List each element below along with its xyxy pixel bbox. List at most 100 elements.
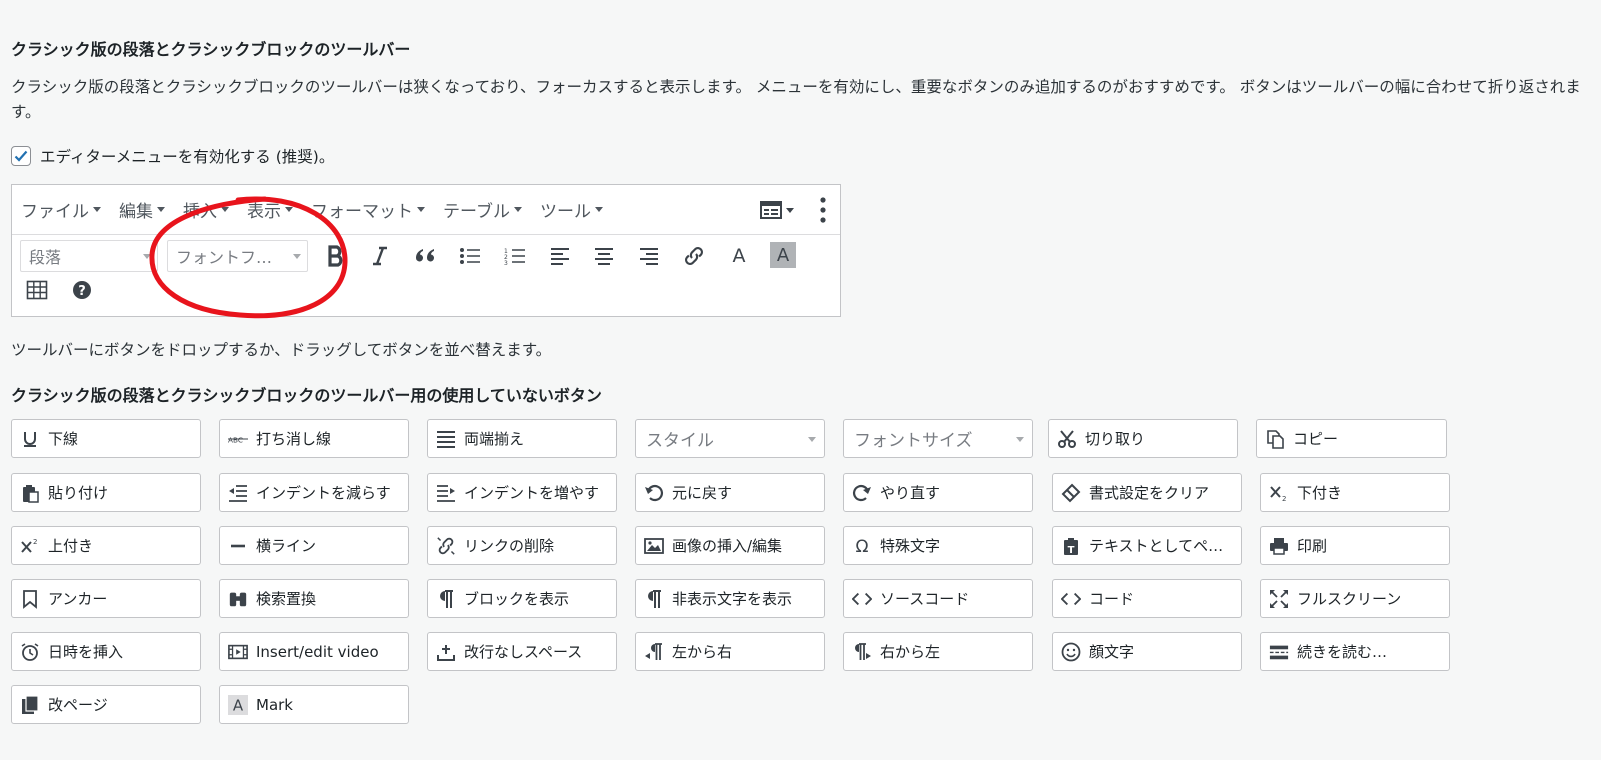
paste-text-icon: T: [1061, 536, 1081, 556]
menu-tools[interactable]: ツール: [540, 197, 603, 222]
justify-icon: [436, 429, 456, 449]
menu-view[interactable]: 表示: [247, 197, 293, 222]
unused-button-label: 印刷: [1297, 537, 1328, 555]
help-button[interactable]: ?: [67, 275, 97, 305]
unused-button-label: 上付き: [48, 537, 94, 555]
unused-button-code[interactable]: コード: [1052, 579, 1242, 618]
caret-down-icon: [93, 207, 101, 212]
subscript-icon: 2: [1269, 483, 1289, 503]
unused-button-pilcrow[interactable]: 非表示文字を表示: [635, 579, 825, 618]
align-right-icon: [640, 248, 658, 265]
unused-button-ltr[interactable]: 左から右: [635, 632, 825, 671]
caret-down-icon: [1016, 437, 1024, 442]
bullet-list-button[interactable]: [455, 241, 485, 271]
menu-edit[interactable]: 編集: [119, 197, 165, 222]
svg-text:?: ?: [78, 284, 86, 299]
italic-button[interactable]: [365, 241, 395, 271]
text-color-button[interactable]: A: [724, 241, 754, 271]
omega-icon: Ω: [852, 536, 872, 556]
unused-button-omega[interactable]: Ω 特殊文字: [843, 526, 1033, 565]
menu-table[interactable]: テーブル: [443, 197, 522, 222]
more-options-icon[interactable]: [820, 197, 826, 223]
editor-preview: ファイル 編集 挿入 表示 フォーマット テーブル ツール 段落 フォントフ…: [11, 184, 841, 317]
svg-text:2: 2: [33, 538, 37, 546]
bold-icon: [328, 245, 343, 267]
unused-button-horizontal-line[interactable]: 横ライン: [219, 526, 409, 565]
unused-button-indent[interactable]: インデントを増やす: [427, 473, 617, 512]
unused-button-unlink[interactable]: リンクの削除: [427, 526, 617, 565]
font-family-select[interactable]: フォントフ…: [167, 240, 308, 272]
layout-icon: [760, 201, 782, 219]
unused-button-code[interactable]: ソースコード: [843, 579, 1033, 618]
unused-button-rtl[interactable]: 右から左: [843, 632, 1033, 671]
unused-button-superscript[interactable]: 2 上付き: [11, 526, 201, 565]
unused-button-label: 両端揃え: [464, 430, 525, 448]
strikethrough-icon: ABC: [228, 429, 248, 449]
toolbar-help-text: ツールバーにボタンをドロップするか、ドラッグしてボタンを並べ替えます。: [11, 341, 552, 359]
menu-format[interactable]: フォーマット: [311, 197, 425, 222]
unused-button-readmore[interactable]: 続きを読む…: [1260, 632, 1450, 671]
unused-button-paste[interactable]: 貼り付け: [11, 473, 201, 512]
unused-button-clock[interactable]: 日時を挿入: [11, 632, 201, 671]
unused-button-smiley[interactable]: 顔文字: [1052, 632, 1242, 671]
unused-button-outdent[interactable]: インデントを減らす: [219, 473, 409, 512]
help-icon: ?: [73, 281, 91, 299]
align-right-button[interactable]: [634, 241, 664, 271]
unused-button-nbsp[interactable]: 改行なしスペース: [427, 632, 617, 671]
unused-button-label: テキストとしてペ…: [1089, 537, 1224, 555]
svg-text:3: 3: [504, 260, 508, 266]
unused-button-strikethrough[interactable]: ABC 打ち消し線: [219, 419, 409, 458]
unused-button-scissors[interactable]: 切り取り: [1048, 419, 1238, 458]
unused-select-style[interactable]: スタイル: [635, 419, 825, 458]
table-button[interactable]: [22, 275, 52, 305]
unused-button-eraser[interactable]: 書式設定をクリア: [1052, 473, 1242, 512]
unused-button-subscript[interactable]: 2 下付き: [1260, 473, 1450, 512]
insert-link-button[interactable]: [679, 241, 709, 271]
svg-text:Ω: Ω: [856, 537, 869, 556]
unused-button-print[interactable]: 印刷: [1260, 526, 1450, 565]
svg-text:A: A: [233, 696, 244, 714]
align-left-button[interactable]: [545, 241, 575, 271]
bullet-list-icon: [460, 248, 480, 264]
caret-down-icon: [808, 437, 816, 442]
layout-dropdown[interactable]: [760, 200, 794, 220]
unused-button-copy[interactable]: コピー: [1256, 419, 1447, 458]
underline-icon: [20, 429, 40, 449]
unused-button-pagebreak[interactable]: 改ページ: [11, 685, 201, 724]
format-select[interactable]: 段落: [20, 240, 158, 272]
bookmark-icon: [20, 589, 40, 609]
unused-button-binoculars[interactable]: 検索置換: [219, 579, 409, 618]
enable-menu-checkbox[interactable]: [11, 146, 31, 166]
unused-buttons-title: クラシック版の段落とクラシックブロックのツールバー用の使用していないボタン: [11, 386, 602, 405]
unused-button-image[interactable]: 画像の挿入/編集: [635, 526, 825, 565]
unused-select-label: スタイル: [646, 431, 714, 451]
unused-select-font-size[interactable]: フォントサイズ: [843, 419, 1033, 458]
editor-menubar: ファイル 編集 挿入 表示 フォーマット テーブル ツール: [12, 185, 840, 235]
unused-button-undo[interactable]: 元に戻す: [635, 473, 825, 512]
unused-button-label: ソースコード: [880, 590, 970, 608]
unused-button-paste-text[interactable]: T テキストとしてペ…: [1052, 526, 1242, 565]
clock-icon: [20, 642, 40, 662]
enable-menu-row[interactable]: エディターメニューを有効化する (推奨)。: [11, 145, 334, 167]
background-color-button[interactable]: A: [770, 242, 796, 268]
blockquote-button[interactable]: [410, 241, 440, 271]
bold-button[interactable]: [321, 241, 351, 271]
align-center-button[interactable]: [589, 241, 619, 271]
unused-button-pilcrow[interactable]: ブロックを表示: [427, 579, 617, 618]
unused-button-label: 下付き: [1297, 484, 1343, 502]
unused-button-justify[interactable]: 両端揃え: [427, 419, 617, 458]
rtl-icon: [852, 642, 872, 662]
numbered-list-button[interactable]: 123: [500, 241, 530, 271]
caret-down-icon: [417, 207, 425, 212]
unused-button-bookmark[interactable]: アンカー: [11, 579, 201, 618]
unused-button-label: 特殊文字: [880, 537, 941, 555]
section-description: クラシック版の段落とクラシックブロックのツールバーは狭くなっており、フォーカスす…: [11, 78, 1581, 121]
svg-text:T: T: [1068, 545, 1075, 556]
unused-button-fullscreen[interactable]: フルスクリーン: [1260, 579, 1450, 618]
unused-button-mark[interactable]: A Mark: [219, 685, 409, 724]
unused-button-redo[interactable]: やり直す: [843, 473, 1033, 512]
unused-button-underline[interactable]: 下線: [11, 419, 201, 458]
unused-button-video[interactable]: Insert/edit video: [219, 632, 409, 671]
menu-file[interactable]: ファイル: [21, 197, 101, 222]
menu-insert[interactable]: 挿入: [183, 197, 229, 222]
